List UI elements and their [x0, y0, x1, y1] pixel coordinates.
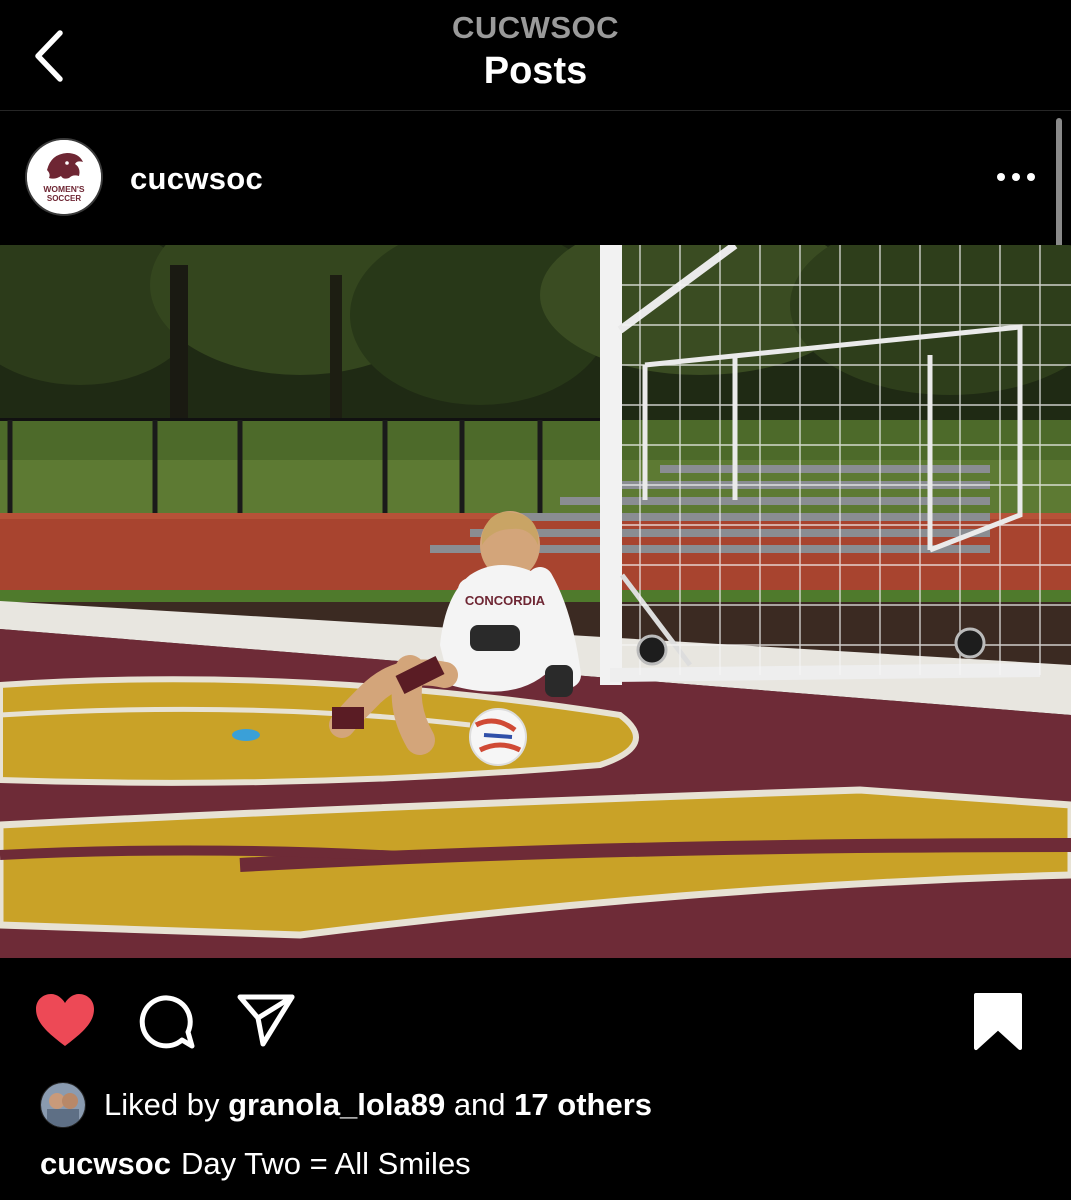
liked-by-prefix: Liked by — [104, 1087, 220, 1122]
comment-button[interactable] — [136, 992, 196, 1052]
liked-by-and: and — [453, 1087, 506, 1122]
save-button[interactable] — [972, 992, 1024, 1052]
caption: cucwsoc Day Two = All Smiles — [40, 1146, 471, 1182]
page-title: Posts — [483, 50, 588, 92]
liked-by-others[interactable]: 17 others — [514, 1087, 652, 1123]
post-actions — [0, 958, 1071, 1080]
caption-text: Day Two = All Smiles — [180, 1146, 471, 1181]
post-photo[interactable]: CONCORDIA — [0, 245, 1071, 958]
jersey-text: CONCORDIA — [465, 593, 546, 608]
liker-avatar[interactable] — [40, 1082, 86, 1128]
profile-avatar[interactable]: WOMEN'S SOCCER — [25, 138, 103, 216]
account-handle: CUCWSOC — [451, 10, 620, 45]
comment-icon — [139, 995, 195, 1049]
bookmark-filled-icon — [974, 993, 1022, 1050]
post-header: WOMEN'S SOCCER cucwsoc — [0, 111, 1071, 245]
more-options-button[interactable] — [990, 159, 1042, 195]
share-button[interactable] — [236, 992, 296, 1048]
avatar-text-line1: WOMEN'S — [43, 184, 85, 194]
avatar-text-line2: SOCCER — [47, 194, 81, 203]
more-horizontal-icon — [997, 173, 1035, 181]
like-button[interactable] — [34, 992, 96, 1048]
top-nav-bar: CUCWSOC Posts — [0, 0, 1071, 111]
liked-by-row[interactable]: Liked by granola_lola89 and 17 others — [40, 1082, 652, 1128]
heart-filled-icon — [36, 994, 94, 1046]
liked-by-user[interactable]: granola_lola89 — [228, 1087, 445, 1123]
post-username[interactable]: cucwsoc — [130, 161, 263, 197]
caption-username[interactable]: cucwsoc — [40, 1146, 171, 1181]
panther-logo-icon: WOMEN'S SOCCER — [27, 140, 101, 214]
send-icon — [237, 994, 295, 1047]
